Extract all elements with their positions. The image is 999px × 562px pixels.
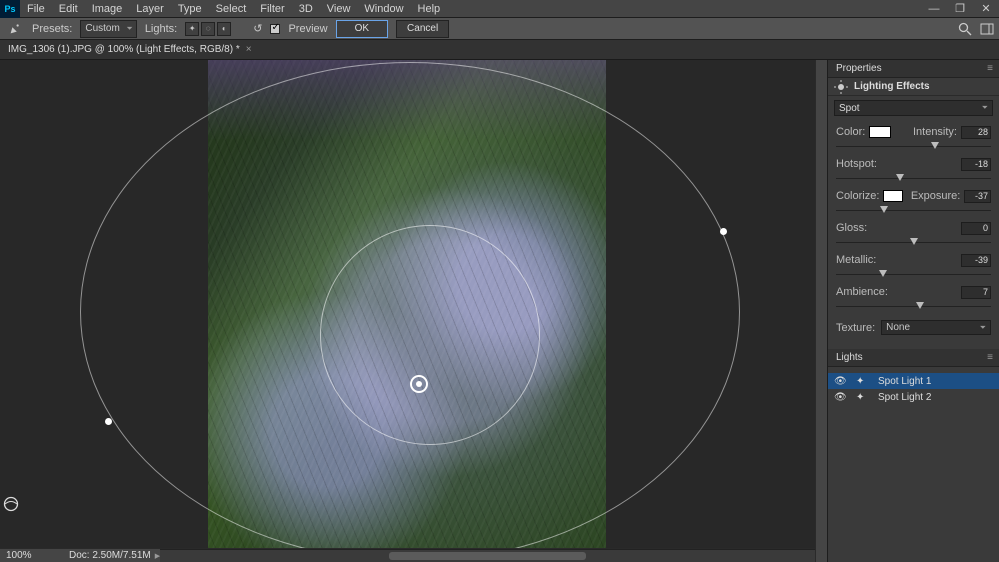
menu-window[interactable]: Window: [357, 3, 410, 15]
cancel-button[interactable]: Cancel: [396, 20, 449, 38]
ambience-value[interactable]: 7: [961, 286, 991, 299]
collapsed-panel-strip[interactable]: [815, 60, 827, 562]
reset-icon[interactable]: ↺: [253, 22, 262, 35]
colorize-label: Colorize:: [836, 190, 879, 202]
presets-label: Presets:: [32, 23, 72, 35]
properties-section-title: Lighting Effects: [854, 81, 930, 92]
menu-3d[interactable]: 3D: [292, 3, 320, 15]
light-handle[interactable]: [105, 418, 112, 425]
add-infinite-light-icon[interactable]: ◐: [217, 22, 231, 36]
zoom-level[interactable]: 100%: [0, 550, 55, 561]
intensity-label: Intensity:: [913, 126, 957, 138]
light-name: Spot Light 1: [878, 376, 931, 387]
menu-type[interactable]: Type: [171, 3, 209, 15]
ok-button[interactable]: OK: [336, 20, 388, 38]
light-center-target[interactable]: [410, 375, 428, 393]
color-label: Color:: [836, 126, 865, 138]
spot-light-icon: ✦: [856, 392, 868, 403]
active-tool-icon[interactable]: [6, 20, 24, 38]
add-spot-light-icon[interactable]: ✦: [185, 22, 199, 36]
exposure-label: Exposure:: [911, 190, 961, 202]
ground-plane-icon[interactable]: [3, 496, 19, 512]
intensity-value[interactable]: 28: [961, 126, 991, 139]
workspace-switcher-icon[interactable]: [979, 21, 995, 37]
hotspot-value[interactable]: -18: [961, 158, 991, 171]
lights-list: 👁 ✦ Spot Light 1 👁 ✦ Spot Light 2: [828, 367, 999, 562]
ambience-label: Ambience:: [836, 286, 888, 298]
minimize-button[interactable]: —: [921, 0, 947, 18]
presets-select[interactable]: Custom: [80, 20, 136, 38]
menu-edit[interactable]: Edit: [52, 3, 85, 15]
hotspot-label: Hotspot:: [836, 158, 877, 170]
menu-image[interactable]: Image: [85, 3, 130, 15]
preview-label: Preview: [288, 23, 327, 35]
menu-view[interactable]: View: [320, 3, 358, 15]
visibility-eye-icon[interactable]: 👁: [834, 392, 846, 403]
gloss-label: Gloss:: [836, 222, 867, 234]
menu-file[interactable]: File: [20, 3, 52, 15]
metallic-value[interactable]: -39: [961, 254, 991, 267]
lights-label: Lights:: [145, 23, 177, 35]
doc-size[interactable]: Doc: 2.50M/7.51M: [55, 550, 151, 561]
exposure-slider[interactable]: [836, 206, 991, 216]
light-name: Spot Light 2: [878, 392, 931, 403]
lighting-effects-icon: [834, 80, 848, 94]
properties-panel-title: Properties: [836, 63, 882, 74]
spot-light-icon: ✦: [856, 376, 868, 387]
menu-layer[interactable]: Layer: [129, 3, 171, 15]
document-tab-label: IMG_1306 (1).JPG @ 100% (Light Effects, …: [8, 44, 240, 55]
exposure-value[interactable]: -37: [964, 190, 991, 203]
intensity-slider[interactable]: [836, 142, 991, 152]
close-button[interactable]: ✕: [973, 0, 999, 18]
menu-help[interactable]: Help: [411, 3, 448, 15]
app-logo: Ps: [0, 0, 20, 18]
colorize-swatch[interactable]: [883, 190, 902, 202]
texture-label: Texture:: [836, 322, 875, 334]
menu-select[interactable]: Select: [209, 3, 254, 15]
hotspot-slider[interactable]: [836, 174, 991, 184]
light-type-select[interactable]: Spot⏷: [834, 100, 993, 116]
texture-select[interactable]: None⏷: [881, 320, 991, 335]
panel-menu-icon[interactable]: ≡: [981, 63, 999, 74]
lights-panel-title: Lights: [836, 352, 863, 363]
search-icon[interactable]: [957, 21, 973, 37]
gloss-value[interactable]: 0: [961, 222, 991, 235]
light-handle[interactable]: [720, 228, 727, 235]
menu-filter[interactable]: Filter: [253, 3, 291, 15]
visibility-eye-icon[interactable]: 👁: [834, 376, 846, 387]
gloss-slider[interactable]: [836, 238, 991, 248]
horizontal-scrollbar[interactable]: [160, 549, 815, 562]
metallic-slider[interactable]: [836, 270, 991, 280]
color-swatch[interactable]: [869, 126, 891, 138]
maximize-button[interactable]: ❐: [947, 0, 973, 18]
metallic-label: Metallic:: [836, 254, 876, 266]
panel-menu-icon[interactable]: ≡: [981, 352, 999, 363]
canvas[interactable]: 100% Doc: 2.50M/7.51M ▶: [0, 60, 815, 562]
add-point-light-icon[interactable]: ◌: [201, 22, 215, 36]
ambience-slider[interactable]: [836, 302, 991, 312]
preview-checkbox[interactable]: [270, 24, 280, 34]
close-tab-icon[interactable]: ×: [246, 44, 252, 55]
document-tab[interactable]: IMG_1306 (1).JPG @ 100% (Light Effects, …: [8, 44, 252, 55]
light-inner-ellipse[interactable]: [320, 225, 540, 445]
light-list-item[interactable]: 👁 ✦ Spot Light 2: [828, 389, 999, 405]
light-list-item[interactable]: 👁 ✦ Spot Light 1: [828, 373, 999, 389]
